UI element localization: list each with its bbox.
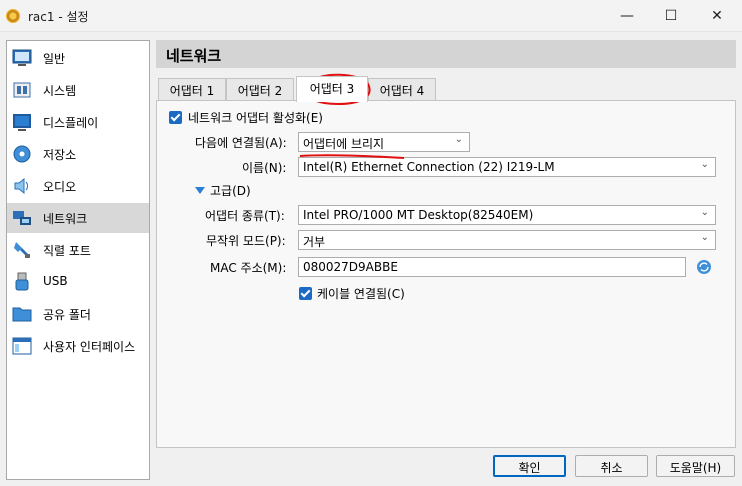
expand-triangle-icon[interactable] xyxy=(195,187,205,194)
serial-port-icon xyxy=(11,239,33,261)
sidebar-item-label: 오디오 xyxy=(43,180,77,194)
adapter-type-select[interactable]: Intel PRO/1000 MT Desktop(82540EM) ⌄ xyxy=(298,205,716,225)
sidebar-item-network[interactable]: 네트워크 xyxy=(7,203,149,233)
tab-adapter-4[interactable]: 어댑터 4 xyxy=(368,78,436,100)
adapter-panel: 네트워크 어댑터 활성화(E) 다음에 연결됨(A): 어댑터에 브리지 ⌄ 이… xyxy=(156,100,736,448)
adapter-type-value: Intel PRO/1000 MT Desktop(82540EM) xyxy=(303,208,534,222)
tab-adapter-1[interactable]: 어댑터 1 xyxy=(158,78,226,100)
sidebar-item-usb[interactable]: USB xyxy=(7,267,149,297)
sidebar-item-serial-port[interactable]: 직렬 포트 xyxy=(7,235,149,265)
chevron-down-icon: ⌄ xyxy=(454,134,463,145)
chevron-down-icon: ⌄ xyxy=(700,207,709,218)
main-content: 네트워크 어댑터 1 어댑터 2 어댑터 3 어댑터 4 네트워크 어댑터 활성… xyxy=(156,40,736,448)
promiscuous-mode-select[interactable]: 거부 ⌄ xyxy=(298,230,716,250)
usb-icon xyxy=(11,271,33,293)
chevron-down-icon: ⌄ xyxy=(700,159,709,170)
promiscuous-mode-label: 무작위 모드(P): xyxy=(206,234,286,248)
attached-to-value: 어댑터에 브리지 xyxy=(303,137,385,151)
maximize-button[interactable]: ☐ xyxy=(648,0,694,31)
name-label: 이름(N): xyxy=(242,161,287,175)
mac-address-field[interactable]: 080027D9ABBE xyxy=(298,257,686,277)
disk-icon xyxy=(11,143,33,165)
window-title: rac1 - 설정 xyxy=(28,10,89,24)
cable-connected-label: 케이블 연결됨(C) xyxy=(317,287,405,301)
attached-to-label: 다음에 연결됨(A): xyxy=(195,136,287,150)
sidebar-item-storage[interactable]: 저장소 xyxy=(7,139,149,169)
sidebar-item-label: 시스템 xyxy=(43,84,77,98)
network-icon xyxy=(11,207,33,229)
enable-adapter-label: 네트워크 어댑터 활성화(E) xyxy=(188,111,323,125)
sidebar-item-audio[interactable]: 오디오 xyxy=(7,171,149,201)
adapter-type-label: 어댑터 종류(T): xyxy=(205,209,285,223)
title-bar: rac1 - 설정 — ☐ ✕ xyxy=(0,0,742,32)
refresh-mac-button[interactable] xyxy=(694,257,714,277)
ui-icon xyxy=(11,335,33,357)
chip-icon xyxy=(11,79,33,101)
name-select[interactable]: Intel(R) Ethernet Connection (22) I219-L… xyxy=(298,157,716,177)
page-title: 네트워크 xyxy=(156,40,736,68)
cable-connected-checkbox[interactable] xyxy=(299,287,312,300)
settings-sidebar: 일반 시스템 디스플레이 저장소 오디오 네트워크 직렬 포트 USB 공유 폴… xyxy=(6,40,150,480)
tab-adapter-3[interactable]: 어댑터 3 xyxy=(296,76,368,102)
minimize-button[interactable]: — xyxy=(604,0,650,31)
display-icon xyxy=(11,111,33,133)
sidebar-item-label: 직렬 포트 xyxy=(43,244,91,258)
sidebar-item-label: 디스플레이 xyxy=(43,116,99,130)
sidebar-item-label: USB xyxy=(43,274,68,288)
sidebar-item-label: 일반 xyxy=(43,52,66,66)
sidebar-item-label: 사용자 인터페이스 xyxy=(43,340,136,354)
sidebar-item-display[interactable]: 디스플레이 xyxy=(7,107,149,137)
sidebar-item-user-interface[interactable]: 사용자 인터페이스 xyxy=(7,331,149,361)
mac-address-label: MAC 주소(M): xyxy=(210,261,287,275)
virtualbox-app-icon xyxy=(6,9,20,23)
mac-address-value: 080027D9ABBE xyxy=(303,260,398,274)
refresh-icon xyxy=(697,260,711,274)
sidebar-item-general[interactable]: 일반 xyxy=(7,43,149,73)
ok-button[interactable]: 확인 xyxy=(493,455,566,477)
tab-adapter-2[interactable]: 어댑터 2 xyxy=(226,78,294,100)
sidebar-item-system[interactable]: 시스템 xyxy=(7,75,149,105)
close-button[interactable]: ✕ xyxy=(694,0,740,31)
promiscuous-mode-value: 거부 xyxy=(303,235,326,249)
folder-icon xyxy=(11,303,33,325)
sidebar-item-shared-folders[interactable]: 공유 폴더 xyxy=(7,299,149,329)
sidebar-item-label: 공유 폴더 xyxy=(43,308,91,322)
enable-adapter-checkbox[interactable] xyxy=(169,111,182,124)
attached-to-select[interactable]: 어댑터에 브리지 ⌄ xyxy=(298,132,470,152)
sidebar-item-label: 저장소 xyxy=(43,148,77,162)
advanced-toggle[interactable]: 고급(D) xyxy=(210,182,251,199)
sidebar-item-label: 네트워크 xyxy=(43,212,88,226)
help-button[interactable]: 도움말(H) xyxy=(656,455,735,477)
speaker-icon xyxy=(11,175,33,197)
monitor-icon xyxy=(11,47,33,69)
name-value: Intel(R) Ethernet Connection (22) I219-L… xyxy=(303,160,555,174)
cancel-button[interactable]: 취소 xyxy=(575,455,648,477)
chevron-down-icon: ⌄ xyxy=(700,232,709,243)
